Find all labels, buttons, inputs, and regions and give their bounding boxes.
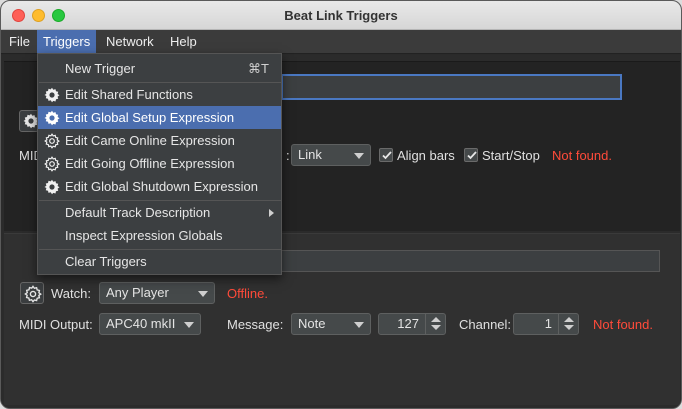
midi-output-select[interactable]: APC40 mkII bbox=[99, 313, 201, 335]
menu-bar: File Triggers Network Help bbox=[1, 30, 681, 54]
trigger-1-sync-mode-select[interactable]: Link bbox=[291, 144, 371, 166]
align-bars-label: Align bars bbox=[397, 148, 455, 163]
channel-spinner[interactable]: 1 bbox=[513, 313, 579, 335]
menu-item-clear-triggers[interactable]: Clear Triggers bbox=[38, 250, 281, 273]
gear-outline-icon bbox=[24, 285, 42, 303]
chevron-down-icon bbox=[564, 325, 574, 330]
align-bars-checkbox[interactable] bbox=[379, 148, 393, 162]
watch-status: Offline. bbox=[227, 286, 268, 301]
edit-shared-functions-label: Edit Shared Functions bbox=[65, 87, 193, 102]
menu-item-edit-global-setup[interactable]: Edit Global Setup Expression bbox=[38, 106, 281, 129]
menu-triggers[interactable]: Triggers bbox=[37, 30, 97, 54]
note-spinner-arrows[interactable] bbox=[425, 314, 445, 334]
channel-label: Channel: bbox=[459, 317, 512, 332]
gear-outline-icon bbox=[44, 156, 60, 172]
menu-help[interactable]: Help bbox=[164, 30, 203, 54]
channel-value: 1 bbox=[544, 316, 552, 331]
message-value: Note bbox=[298, 316, 326, 331]
title-bar: Beat Link Triggers bbox=[1, 1, 681, 30]
chevron-down-icon bbox=[184, 322, 194, 328]
trigger-2-gear-button[interactable] bbox=[20, 282, 44, 304]
note-value: 127 bbox=[397, 316, 419, 331]
edit-going-offline-label: Edit Going Offline Expression bbox=[65, 156, 235, 171]
inspect-expression-globals-label: Inspect Expression Globals bbox=[65, 228, 223, 243]
menu-item-edit-global-shutdown[interactable]: Edit Global Shutdown Expression bbox=[38, 175, 281, 198]
chevron-down-icon bbox=[354, 322, 364, 328]
chevron-down-icon bbox=[354, 153, 364, 159]
menu-network[interactable]: Network bbox=[100, 30, 160, 54]
chevron-up-icon bbox=[431, 317, 441, 322]
checkmark-icon bbox=[467, 151, 477, 160]
watch-player-select[interactable]: Any Player bbox=[99, 282, 215, 304]
chevron-right-icon bbox=[269, 209, 274, 217]
chevron-down-icon bbox=[198, 291, 208, 297]
message-label: Message: bbox=[227, 317, 284, 332]
watch-label: Watch: bbox=[51, 286, 91, 301]
menu-item-edit-came-online[interactable]: Edit Came Online Expression bbox=[38, 129, 281, 152]
edit-global-setup-label: Edit Global Setup Expression bbox=[65, 110, 235, 125]
trigger-2-comment-field[interactable] bbox=[281, 250, 660, 272]
chevron-up-icon bbox=[564, 317, 574, 322]
app-window: Beat Link Triggers File Triggers Network… bbox=[0, 0, 682, 409]
watch-player-value: Any Player bbox=[106, 285, 169, 300]
gear-outline-icon bbox=[44, 133, 60, 149]
note-spinner[interactable]: 127 bbox=[378, 313, 446, 335]
new-trigger-shortcut: ⌘T bbox=[248, 61, 269, 76]
chevron-down-icon bbox=[431, 325, 441, 330]
channel-spinner-arrows[interactable] bbox=[558, 314, 578, 334]
checkmark-icon bbox=[382, 151, 392, 160]
trigger-1-gear-button[interactable] bbox=[19, 110, 39, 132]
default-track-description-label: Default Track Description bbox=[65, 205, 211, 220]
trigger-2-status: Not found. bbox=[593, 317, 653, 332]
trigger-1-colon: : bbox=[286, 148, 290, 163]
message-select[interactable]: Note bbox=[291, 313, 371, 335]
new-trigger-label: New Trigger bbox=[65, 61, 136, 76]
start-stop-checkbox[interactable] bbox=[464, 148, 478, 162]
gear-icon bbox=[44, 179, 60, 195]
trigger-1-comment-field[interactable] bbox=[281, 74, 622, 100]
menu-item-default-track-description[interactable]: Default Track Description bbox=[38, 201, 281, 224]
menu-item-edit-going-offline[interactable]: Edit Going Offline Expression bbox=[38, 152, 281, 175]
gear-icon bbox=[44, 110, 60, 126]
edit-came-online-label: Edit Came Online Expression bbox=[65, 133, 235, 148]
start-stop-label: Start/Stop bbox=[482, 148, 540, 163]
trigger-1-status: Not found. bbox=[552, 148, 612, 163]
menu-item-inspect-expression-globals[interactable]: Inspect Expression Globals bbox=[38, 224, 281, 247]
midi-output-label: MIDI Output: bbox=[19, 317, 93, 332]
triggers-dropdown-menu: New Trigger ⌘T Edit Shared Functions Edi… bbox=[37, 53, 282, 275]
edit-global-shutdown-label: Edit Global Shutdown Expression bbox=[65, 179, 258, 194]
window-title: Beat Link Triggers bbox=[284, 8, 398, 23]
clear-triggers-label: Clear Triggers bbox=[65, 254, 147, 269]
sync-mode-value: Link bbox=[298, 147, 322, 162]
menu-item-edit-shared-functions[interactable]: Edit Shared Functions bbox=[38, 83, 281, 106]
menu-item-new-trigger[interactable]: New Trigger ⌘T bbox=[38, 57, 281, 80]
midi-output-value: APC40 mkII bbox=[106, 316, 176, 331]
menu-file[interactable]: File bbox=[3, 30, 36, 54]
gear-icon bbox=[44, 87, 60, 103]
